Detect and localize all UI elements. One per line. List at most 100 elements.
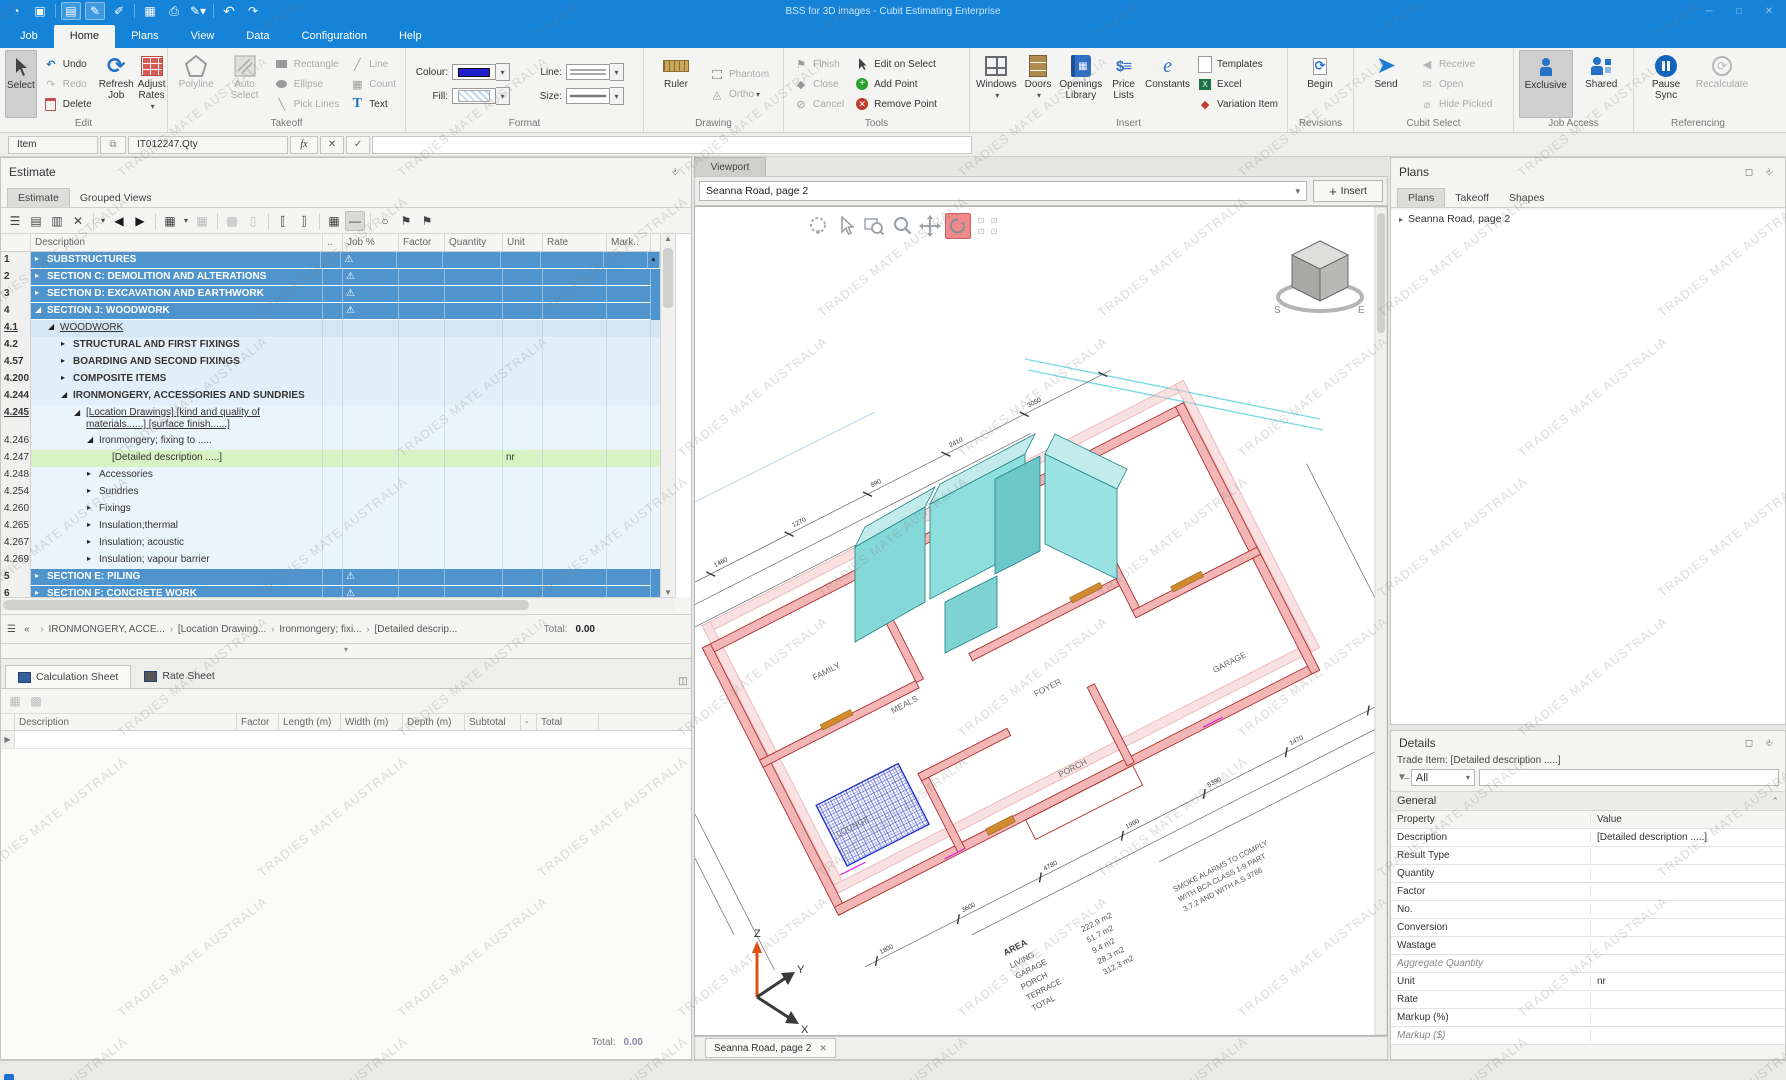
copy-cell-icon[interactable]: ⧉: [100, 136, 126, 154]
price-lists-button[interactable]: $≡Price Lists: [1105, 50, 1142, 118]
app-logo-icon[interactable]: ◔: [6, 2, 26, 20]
zoom-window-icon[interactable]: [861, 213, 887, 239]
collapsed-arrow-icon[interactable]: ▸: [87, 537, 97, 546]
estimate-row[interactable]: 2▸SECTION C: DEMOLITION AND ALTERATIONS⚠: [1, 269, 660, 286]
menu-tab-plans[interactable]: Plans: [115, 25, 175, 48]
line-style-picker[interactable]: Line:▾: [524, 63, 624, 81]
details-row[interactable]: Conversion: [1391, 919, 1785, 937]
insert-column-icon[interactable]: ▦: [160, 211, 180, 231]
search-icon[interactable]: ○: [375, 211, 395, 231]
collapsed-arrow-icon[interactable]: ▸: [35, 571, 45, 580]
estimate-row[interactable]: 4.260▸Fixings: [1, 501, 660, 518]
plan-tree-item[interactable]: ▸Seanna Road, page 2: [1391, 210, 1785, 228]
float-window-icon[interactable]: ◻: [1741, 736, 1757, 750]
text-button[interactable]: TText: [346, 94, 399, 114]
pin-icon[interactable]: ⎀: [1761, 736, 1777, 750]
plans-tab-plans[interactable]: Plans: [1397, 188, 1445, 207]
collapsed-arrow-icon[interactable]: ▸: [87, 469, 97, 478]
undo-icon[interactable]: ↶: [219, 2, 239, 20]
constants-button[interactable]: eConstants: [1144, 50, 1191, 118]
collapse-section-icon[interactable]: ⌃: [1771, 796, 1779, 807]
polyline-button[interactable]: Polyline: [173, 50, 219, 118]
edit-on-select-button[interactable]: Edit on Select: [851, 54, 940, 74]
menu-tab-data[interactable]: Data: [230, 25, 285, 48]
select-button[interactable]: Select: [5, 50, 37, 118]
confirm-entry-button[interactable]: ✓: [346, 136, 370, 154]
menu-tab-home[interactable]: Home: [54, 25, 115, 48]
estimate-row[interactable]: 3▸SECTION D: EXCAVATION AND EARTHWORK⚠: [1, 286, 660, 303]
insert-plan-button[interactable]: +Insert: [1313, 180, 1383, 202]
print-icon[interactable]: ⎙: [164, 2, 184, 20]
pen-icon[interactable]: ✐: [109, 2, 129, 20]
calc-column-subtotal[interactable]: Subtotal: [465, 714, 521, 730]
pan-icon[interactable]: [917, 213, 943, 239]
view-ne-icon[interactable]: ⊡: [975, 216, 987, 226]
table-icon[interactable]: ▦: [324, 211, 344, 231]
column-header-unit[interactable]: Unit: [503, 234, 543, 251]
count-button[interactable]: ▦Count: [346, 74, 399, 94]
collapsed-arrow-icon[interactable]: ▸: [87, 554, 97, 563]
filter-dropdown[interactable]: All▾: [1411, 769, 1475, 786]
column-header-mark[interactable]: Mark..: [607, 234, 651, 251]
estimate-row[interactable]: 6▸SECTION F: CONCRETE WORK⚠: [1, 586, 660, 597]
estimate-tab-grouped-views[interactable]: Grouped Views: [70, 189, 162, 207]
calc-grid2-icon[interactable]: ▩: [26, 691, 46, 711]
variation-item-button[interactable]: ◆Variation Item: [1194, 94, 1281, 114]
exclusive-button[interactable]: Exclusive: [1519, 50, 1573, 118]
estimate-row[interactable]: 4.254▸Sundries: [1, 484, 660, 501]
plan-page-tab[interactable]: Seanna Road, page 2✕: [705, 1038, 836, 1058]
breadcrumb-item[interactable]: [Detailed descrip...: [375, 624, 458, 635]
plan-selector-dropdown[interactable]: Seanna Road, page 2▾: [699, 181, 1307, 201]
estimate-vscrollbar[interactable]: ▲▼: [660, 234, 675, 597]
calc-tab-calculation-sheet[interactable]: Calculation Sheet: [5, 665, 131, 688]
grid-alt-icon[interactable]: ▩: [222, 211, 242, 231]
line-button[interactable]: ╱Line: [346, 54, 399, 74]
viewport-canvas[interactable]: ⊡⊡⊡⊡: [694, 206, 1388, 1036]
calc-expand-icon[interactable]: ◫: [675, 674, 691, 688]
view-rows-icon[interactable]: ☰: [5, 211, 25, 231]
calc-column-lengthm[interactable]: Length (m): [279, 714, 341, 730]
cancel-entry-button[interactable]: ✕: [320, 136, 344, 154]
save-icon[interactable]: ▤: [61, 2, 81, 20]
begin-revision-button[interactable]: ⟳ Begin: [1293, 50, 1347, 118]
column-header-factor[interactable]: Factor: [399, 234, 445, 251]
collapsed-arrow-icon[interactable]: ▸: [35, 288, 45, 297]
ellipse-button[interactable]: Ellipse: [271, 74, 343, 94]
pause-sync-button[interactable]: Pause Sync: [1639, 50, 1693, 118]
calc-column-depthm[interactable]: Depth (m): [403, 714, 465, 730]
maximize-icon[interactable]: □: [1726, 3, 1752, 19]
estimate-row[interactable]: 4.246◢Ironmongery; fixing to .....: [1, 433, 660, 450]
close-tab-icon[interactable]: ✕: [819, 1043, 827, 1054]
menu-tab-view[interactable]: View: [175, 25, 231, 48]
expanded-arrow-icon[interactable]: ◢: [87, 435, 97, 444]
recalculate-button[interactable]: ⟳Recalculate: [1695, 50, 1749, 118]
estimate-row[interactable]: 5▸SECTION E: PILING⚠: [1, 569, 660, 586]
estimate-hscrollbar[interactable]: [1, 597, 675, 611]
line-dropdown-icon[interactable]: ▾: [610, 63, 624, 81]
collapsed-arrow-icon[interactable]: ▸: [61, 373, 71, 382]
collapsed-arrow-icon[interactable]: ▸: [61, 339, 71, 348]
menu-tab-configuration[interactable]: Configuration: [286, 25, 383, 48]
view-split-icon[interactable]: ▥: [47, 211, 67, 231]
close-path-button[interactable]: ◆Close: [790, 74, 847, 94]
expanded-arrow-icon[interactable]: ◢: [35, 305, 45, 314]
calc-column-widthm[interactable]: Width (m): [341, 714, 403, 730]
windows-button[interactable]: Windows▾: [975, 50, 1018, 118]
ruler-button[interactable]: Ruler: [649, 50, 703, 118]
details-row[interactable]: Result Type: [1391, 847, 1785, 865]
view-sw-icon[interactable]: ⊡: [988, 227, 1000, 237]
viewport-tab[interactable]: Viewport: [694, 157, 766, 176]
view-nw-icon[interactable]: ⊡: [988, 216, 1000, 226]
plans-tab-takeoff[interactable]: Takeoff: [1445, 189, 1499, 207]
calc-tab-rate-sheet[interactable]: Rate Sheet: [131, 664, 228, 688]
colour-dropdown-icon[interactable]: ▾: [496, 63, 510, 81]
collapsed-arrow-icon[interactable]: ▸: [87, 503, 97, 512]
rectangle-button[interactable]: Rectangle: [271, 54, 343, 74]
view-se-icon[interactable]: ⊡: [975, 227, 987, 237]
fill-picker[interactable]: Fill:▾: [410, 87, 510, 105]
cut-icon[interactable]: ✕: [68, 211, 88, 231]
collapsed-arrow-icon[interactable]: ▸: [87, 486, 97, 495]
column-header-rate[interactable]: Rate: [543, 234, 607, 251]
flag-forward-icon[interactable]: ⚑: [417, 211, 437, 231]
colour-picker[interactable]: Colour:▾: [410, 63, 510, 81]
